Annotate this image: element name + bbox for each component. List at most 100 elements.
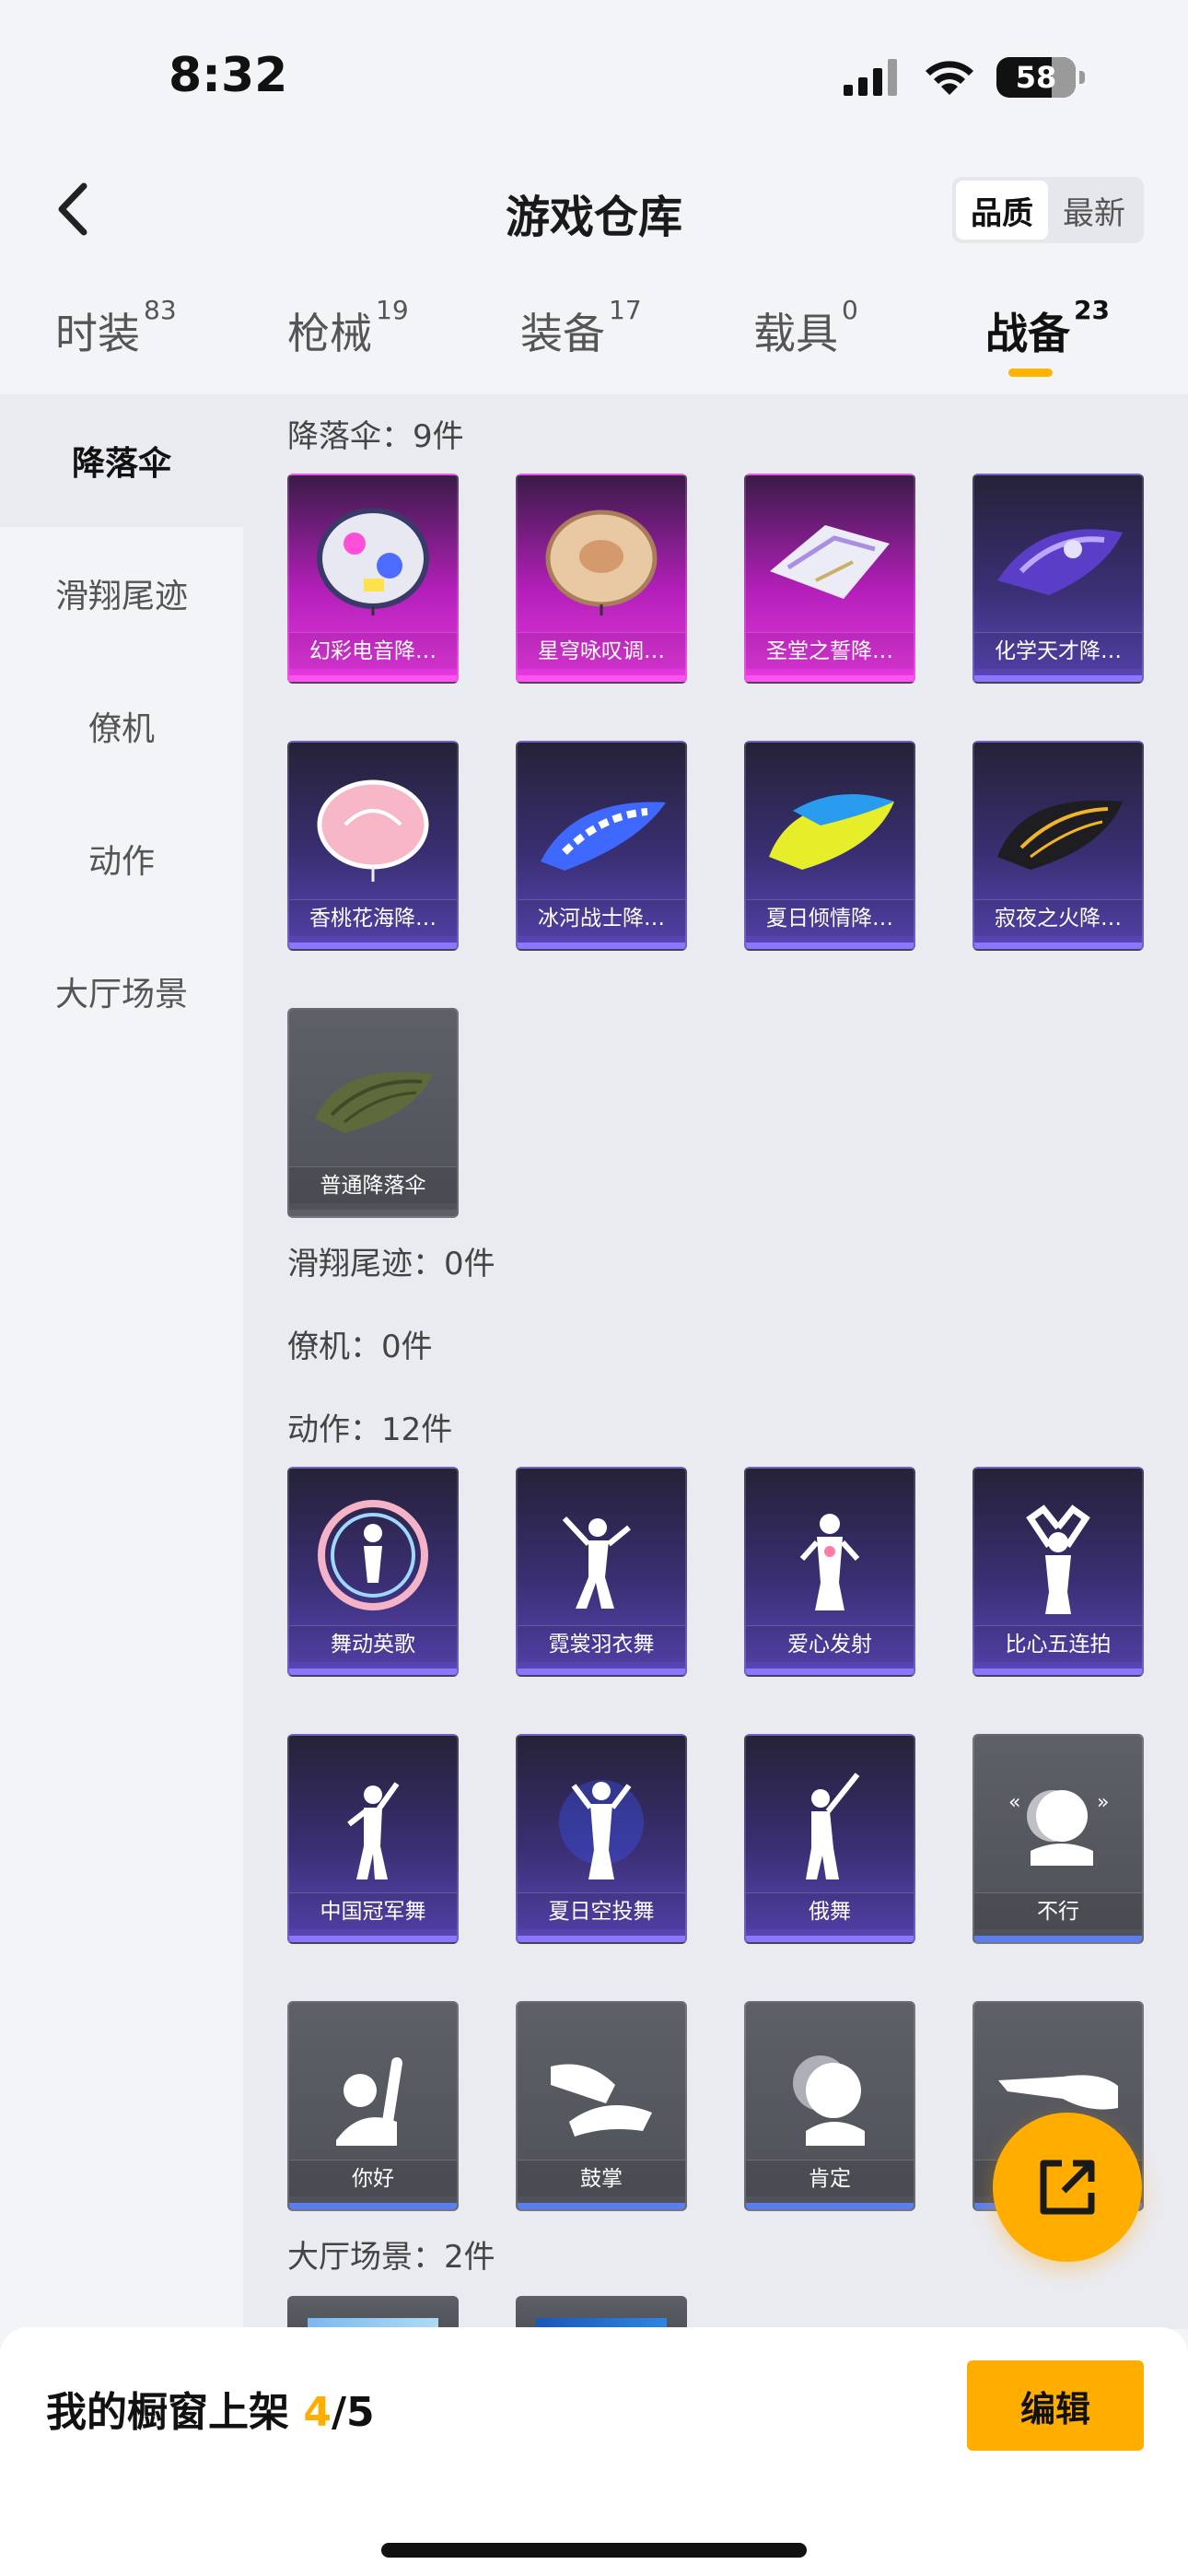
item-card[interactable]: 夏日倾情降… (744, 741, 915, 951)
tab-label: 时装 (55, 309, 140, 358)
item-name: 俄舞 (746, 1892, 914, 1929)
item-name: 夏日倾情降… (746, 899, 914, 936)
parachute-icon (518, 488, 685, 636)
tab-equipment[interactable]: 装备 17 (520, 295, 642, 361)
item-card[interactable]: 俄舞 (744, 1734, 915, 1944)
item-card[interactable]: 霓裳羽衣舞 (516, 1467, 687, 1677)
item-card[interactable]: 夏日空投舞 (516, 1734, 687, 1944)
parachute-icon (289, 488, 457, 636)
item-grid-panel: 降落伞：9件 幻彩电音降… 星穹咏叹调… 圣堂之誓降… 化学天才降… 香桃花海降 (243, 394, 1188, 2329)
tab-count: 17 (609, 295, 642, 325)
section-label-glide-trail: 滑翔尾迹：0件 (287, 1246, 495, 1282)
header: 游戏仓库 品质 最新 (0, 157, 1188, 263)
item-name: 化学天才降… (974, 632, 1142, 669)
svg-text:»: » (1097, 1791, 1109, 1814)
item-name: 冰河战士降… (518, 899, 685, 936)
sort-toggle[interactable]: 品质 最新 (952, 177, 1144, 243)
wave-hand-icon (289, 2016, 457, 2163)
sidebar-item-wingman[interactable]: 僚机 (0, 660, 243, 792)
item-card[interactable]: 寂夜之火降… (973, 741, 1144, 951)
item-name: 肯定 (746, 2160, 914, 2196)
item-card[interactable]: 肯定 (744, 2001, 915, 2211)
dancer-icon (746, 1749, 914, 1896)
item-card[interactable]: 化学天才降… (973, 474, 1144, 684)
item-name: 爱心发射 (746, 1625, 914, 1662)
sort-option-newest[interactable]: 最新 (1048, 181, 1140, 240)
tab-count: 19 (376, 295, 409, 325)
sidebar-item-parachute[interactable]: 降落伞 (0, 394, 243, 527)
item-name: 霓裳羽衣舞 (518, 1625, 685, 1662)
parachute-icon (974, 755, 1142, 903)
showcase-bar: 我的橱窗上架 4/5 编辑 (0, 2327, 1188, 2576)
sidebar: 降落伞 滑翔尾迹 僚机 动作 大厅场景 (0, 394, 243, 2329)
item-name: 寂夜之火降… (974, 899, 1142, 936)
sidebar-item-emote[interactable]: 动作 (0, 792, 243, 925)
status-bar: 8:32 58 (0, 0, 1188, 157)
item-card[interactable] (516, 2296, 687, 2329)
dancer-icon (974, 1481, 1142, 1629)
status-time: 8:32 (169, 48, 288, 103)
item-name: 中国冠军舞 (289, 1892, 457, 1929)
item-card[interactable]: 中国冠军舞 (287, 1734, 459, 1944)
tab-label: 装备 (520, 309, 605, 358)
battery-icon: 58 (996, 57, 1076, 98)
tab-vehicles[interactable]: 载具 0 (753, 295, 858, 361)
status-icons: 58 (844, 57, 1085, 98)
sort-option-quality[interactable]: 品质 (956, 181, 1048, 240)
tab-count: 0 (842, 295, 858, 325)
category-tabs: 时装 83 枪械 19 装备 17 载具 0 战备 23 (0, 286, 1188, 387)
dancer-icon (746, 1481, 914, 1629)
parachute-icon (746, 488, 914, 636)
item-card[interactable]: 舞动英歌 (287, 1467, 459, 1677)
item-name: 舞动英歌 (289, 1625, 457, 1662)
item-name: 鼓掌 (518, 2160, 685, 2196)
item-name: 夏日空投舞 (518, 1892, 685, 1929)
parachute-icon (974, 488, 1142, 636)
sidebar-item-lobby-scene[interactable]: 大厅场景 (0, 925, 243, 1058)
showcase-count: 4 (303, 2389, 332, 2436)
item-card[interactable]: 鼓掌 (516, 2001, 687, 2211)
item-card[interactable]: 冰河战士降… (516, 741, 687, 951)
item-name: 普通降落伞 (289, 1166, 457, 1203)
clap-icon (518, 2016, 685, 2163)
dancer-icon (518, 1481, 685, 1629)
wifi-icon (926, 61, 973, 95)
item-card[interactable]: 圣堂之誓降… (744, 474, 915, 684)
item-name: 星穹咏叹调… (518, 632, 685, 669)
item-card[interactable]: 比心五连拍 (973, 1467, 1144, 1677)
item-card[interactable]: 星穹咏叹调… (516, 474, 687, 684)
item-name: 比心五连拍 (974, 1625, 1142, 1662)
share-button[interactable] (993, 2113, 1142, 2262)
item-name: 圣堂之誓降… (746, 632, 914, 669)
tab-weapons[interactable]: 枪械 19 (287, 295, 409, 361)
item-card[interactable]: 香桃花海降… (287, 741, 459, 951)
showcase-label: 我的橱窗上架 4/5 (46, 2379, 375, 2438)
sidebar-item-glide-trail[interactable]: 滑翔尾迹 (0, 527, 243, 660)
parachute-icon (518, 755, 685, 903)
item-card[interactable]: 你好 (287, 2001, 459, 2211)
parachute-icon (746, 755, 914, 903)
svg-text:«: « (1008, 1791, 1020, 1814)
item-card[interactable]: «» 不行 (973, 1734, 1144, 1944)
edit-button[interactable]: 编辑 (967, 2360, 1144, 2451)
item-card[interactable] (287, 2296, 459, 2329)
parachute-icon (289, 755, 457, 903)
item-card[interactable]: 普通降落伞 (287, 1008, 459, 1218)
home-indicator[interactable] (381, 2543, 807, 2558)
tab-count: 23 (1074, 295, 1110, 325)
battery-level: 58 (1015, 60, 1057, 95)
item-card[interactable]: 幻彩电音降… (287, 474, 459, 684)
external-link-icon (1040, 2160, 1095, 2215)
dancer-icon (289, 1481, 457, 1629)
cellular-signal-icon (844, 59, 897, 96)
head-nod-icon (746, 2016, 914, 2163)
tab-fashion[interactable]: 时装 83 (55, 295, 177, 361)
head-shake-icon: «» (974, 1749, 1142, 1896)
item-card[interactable]: 爱心发射 (744, 1467, 915, 1677)
active-tab-indicator (1008, 369, 1053, 377)
showcase-text: 我的橱窗上架 (46, 2389, 289, 2436)
item-name: 你好 (289, 2160, 457, 2196)
section-label-lobby-scene: 大厅场景：2件 (287, 2239, 495, 2276)
tab-label: 战备 (985, 309, 1070, 358)
tab-battle-prep[interactable]: 战备 23 (985, 295, 1110, 361)
